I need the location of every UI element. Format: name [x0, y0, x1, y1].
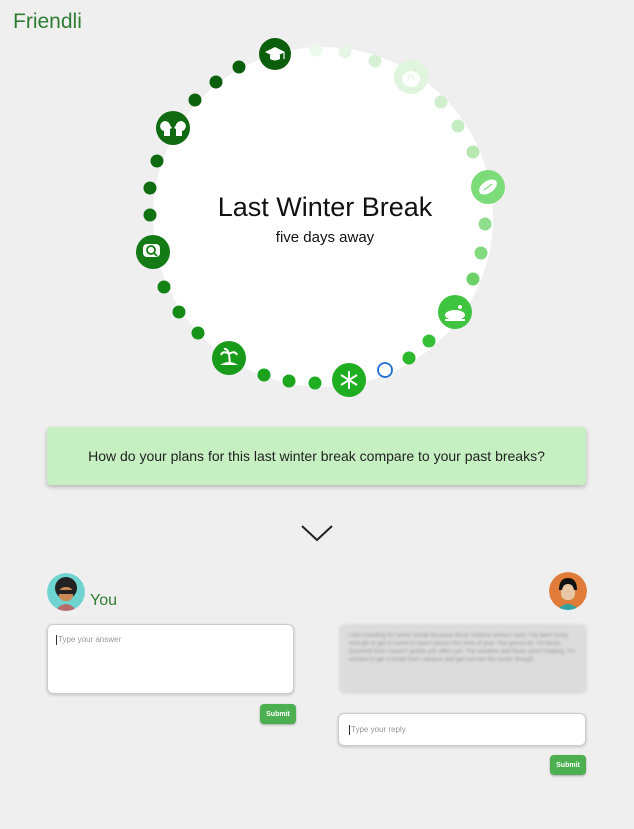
reply-placeholder: Type your reply	[351, 725, 406, 734]
current-position-marker[interactable]	[377, 362, 393, 378]
timeline-dot[interactable]	[209, 75, 223, 89]
timeline-dot[interactable]	[338, 45, 352, 59]
timeline-dot[interactable]	[368, 54, 382, 68]
timeline-dot[interactable]	[308, 376, 322, 390]
timeline-dot[interactable]	[434, 95, 448, 109]
chevron-down-icon[interactable]	[300, 522, 334, 544]
answer-placeholder: Type your answer	[58, 635, 122, 645]
timeline-dot[interactable]	[466, 145, 480, 159]
pumpkin-icon[interactable]	[394, 60, 428, 94]
conversation-heads-icon[interactable]	[156, 111, 190, 145]
friend-avatar	[549, 572, 587, 610]
palm-island-icon[interactable]	[212, 341, 246, 375]
answer-input[interactable]: Type your answer	[47, 624, 294, 694]
you-avatar	[47, 573, 85, 611]
timeline-dot[interactable]	[422, 334, 436, 348]
timeline-dot[interactable]	[257, 368, 271, 382]
snowflake-icon[interactable]	[332, 363, 366, 397]
timeline-dot[interactable]	[188, 93, 202, 107]
timeline-dot[interactable]	[191, 326, 205, 340]
timeline-dot[interactable]	[282, 374, 296, 388]
timeline-dot[interactable]	[157, 280, 171, 294]
timeline-dot[interactable]	[451, 119, 465, 133]
timeline-dot[interactable]	[474, 246, 488, 260]
timeline-dot[interactable]	[309, 43, 323, 57]
timeline-dot[interactable]	[232, 60, 246, 74]
friend-message: I like traveling for winter break becaus…	[339, 624, 587, 694]
text-caret	[349, 724, 350, 735]
timeline-title: Last Winter Break	[217, 192, 433, 222]
timeline-subtitle: five days away	[275, 229, 375, 246]
submit-reply-button[interactable]: Submit	[550, 755, 586, 775]
prompt-card: How do your plans for this last winter b…	[47, 427, 586, 485]
you-label: You	[90, 592, 117, 609]
timeline-dot[interactable]	[402, 351, 416, 365]
turkey-icon[interactable]	[438, 295, 472, 329]
graduation-cap-icon[interactable]	[259, 38, 291, 70]
text-caret	[56, 635, 57, 645]
timeline-dot[interactable]	[150, 154, 164, 168]
reply-input[interactable]: Type your reply	[338, 713, 586, 746]
submit-answer-button[interactable]: Submit	[260, 704, 296, 724]
timeline-dot[interactable]	[466, 272, 480, 286]
prompt-question: How do your plans for this last winter b…	[88, 448, 545, 464]
timeline-dot[interactable]	[172, 305, 186, 319]
